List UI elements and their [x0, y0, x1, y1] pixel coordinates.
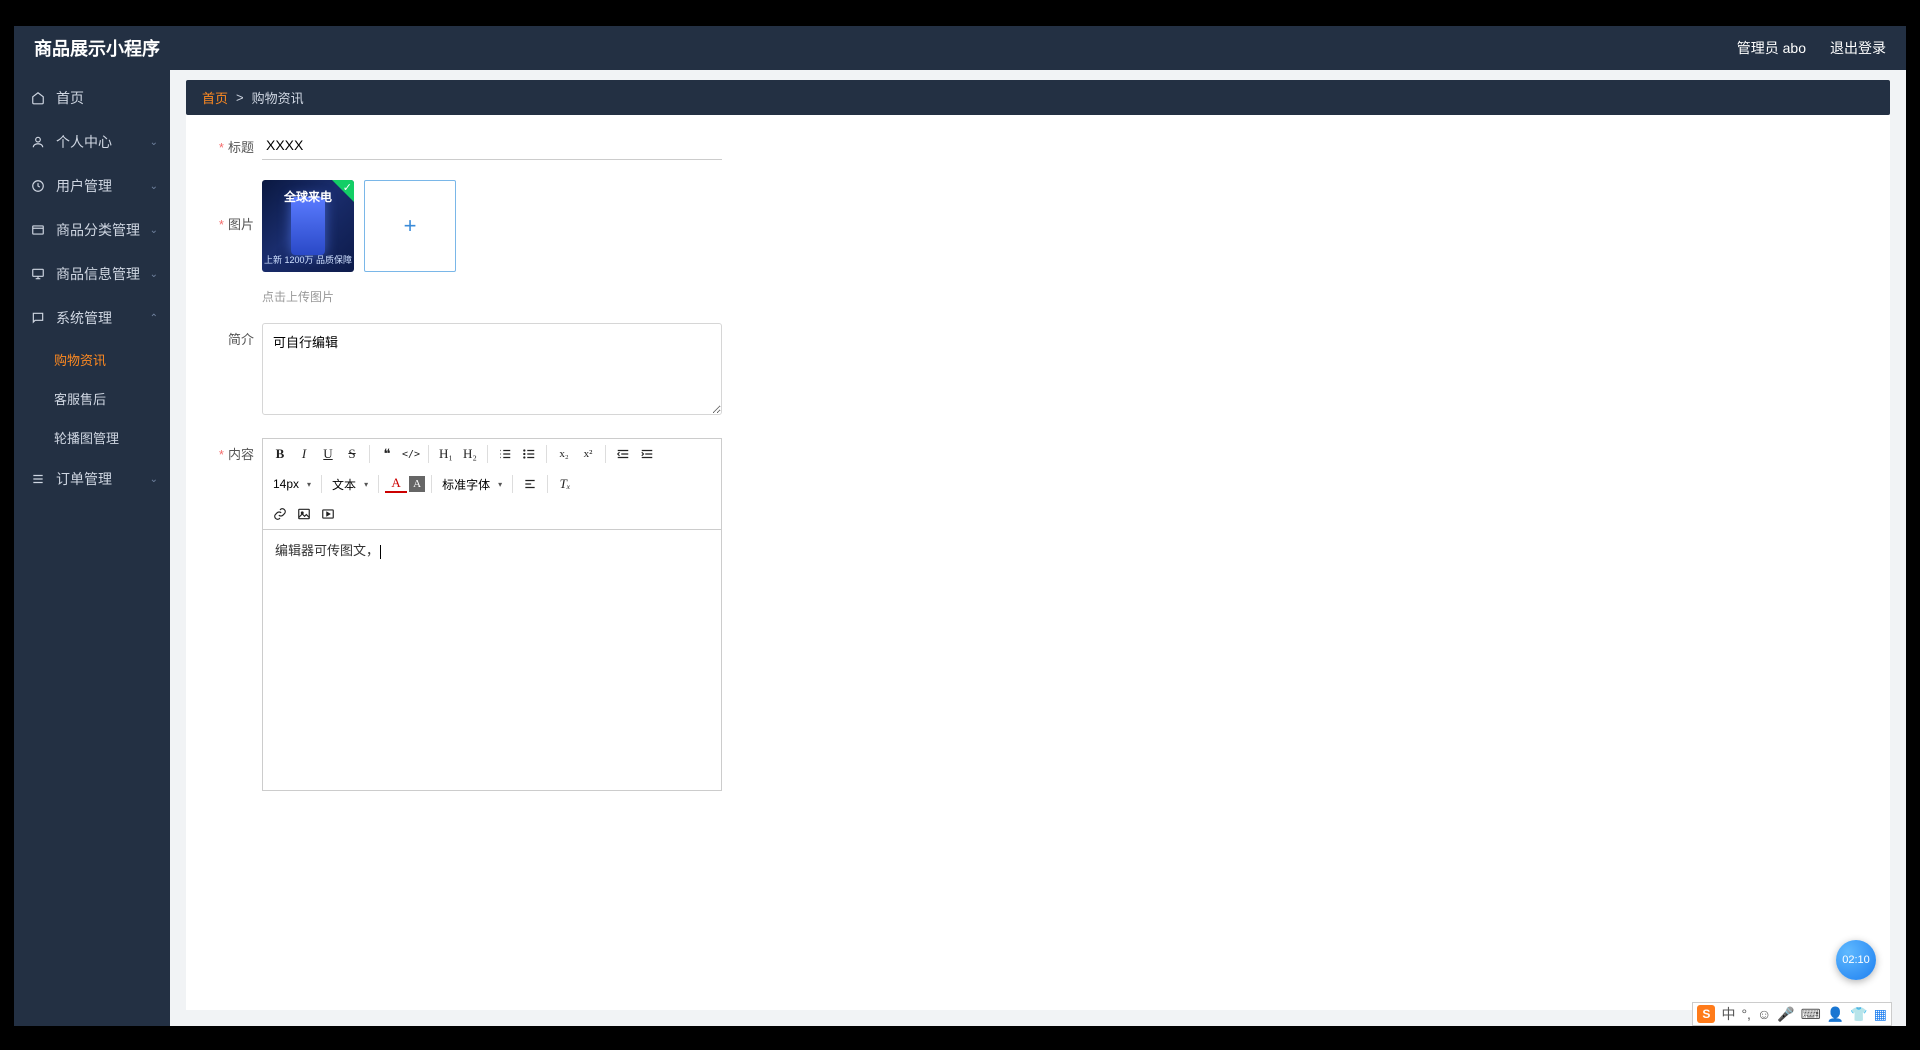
- indent-button[interactable]: [636, 443, 658, 465]
- h2-button[interactable]: H₂: [459, 443, 481, 465]
- sogou-logo-icon[interactable]: S: [1697, 1005, 1715, 1023]
- ime-bar: S 中 °, ☺ 🎤 ⌨ 👤 👕 ▦: [1692, 1002, 1892, 1026]
- chevron-down-icon: ⌄: [150, 269, 158, 280]
- ime-person-icon[interactable]: 👤: [1827, 1006, 1844, 1023]
- sidebar-item-label: 商品信息管理: [56, 264, 140, 284]
- top-bar: 商品展示小程序 管理员 abo 退出登录: [14, 26, 1906, 70]
- breadcrumb-sep: >: [236, 90, 244, 105]
- plus-icon: +: [404, 213, 417, 239]
- ime-grid-icon[interactable]: ▦: [1874, 1006, 1887, 1023]
- italic-button[interactable]: I: [293, 443, 315, 465]
- chevron-down-icon: ⌄: [150, 474, 158, 485]
- sidebar-item-label: 系统管理: [56, 308, 112, 328]
- code-button[interactable]: </>: [400, 443, 422, 465]
- ime-skin-icon[interactable]: 👕: [1850, 1006, 1867, 1023]
- chevron-up-icon: ⌃: [150, 313, 158, 324]
- chevron-down-icon: ⌄: [150, 137, 158, 148]
- chat-icon: [30, 310, 46, 326]
- monitor-icon: [30, 266, 46, 282]
- ime-lang[interactable]: 中: [1721, 1004, 1735, 1024]
- font-family-select[interactable]: 标准字体▾: [438, 476, 506, 493]
- video-button[interactable]: [317, 503, 339, 525]
- intro-textarea[interactable]: [262, 323, 722, 415]
- tabs-icon: [30, 222, 46, 238]
- chevron-down-icon: ⌄: [150, 225, 158, 236]
- upload-hint: 点击上传图片: [262, 288, 1874, 305]
- sidebar: 首页 个人中心 ⌄ 用户管理 ⌄ 商品分类管理 ⌄ 商品信息管理 ⌄: [14, 70, 170, 1026]
- admin-label[interactable]: 管理员 abo: [1737, 38, 1806, 58]
- clock-icon: [30, 178, 46, 194]
- sidebar-item-system[interactable]: 系统管理 ⌃: [14, 296, 170, 340]
- list-icon: [30, 471, 46, 487]
- text-cursor: [380, 545, 381, 559]
- text-style-select[interactable]: 文本▾: [328, 476, 372, 493]
- sidebar-item-label: 个人中心: [56, 132, 112, 152]
- image-label: 图片: [202, 180, 262, 233]
- content-label: 内容: [202, 438, 262, 463]
- thumb-sub: 上新 1200万 品质保障: [262, 253, 354, 266]
- app-brand: 商品展示小程序: [34, 35, 160, 61]
- ime-keyboard-icon[interactable]: ⌨: [1801, 1006, 1821, 1023]
- ordered-list-button[interactable]: [494, 443, 516, 465]
- subscript-button[interactable]: x₂: [553, 443, 575, 465]
- align-button[interactable]: [519, 473, 541, 495]
- ime-mic-icon[interactable]: 🎤: [1777, 1006, 1794, 1023]
- link-button[interactable]: [269, 503, 291, 525]
- outdent-button[interactable]: [612, 443, 634, 465]
- sidebar-sub-aftersale[interactable]: 客服售后: [14, 379, 170, 418]
- user-icon: [30, 134, 46, 150]
- ime-emoji-icon[interactable]: ☺: [1757, 1006, 1771, 1022]
- h1-button[interactable]: H₁: [435, 443, 457, 465]
- title-label: 标题: [202, 131, 262, 156]
- sidebar-item-label: 用户管理: [56, 176, 112, 196]
- unordered-list-button[interactable]: [518, 443, 540, 465]
- bg-color-button[interactable]: A: [409, 476, 425, 492]
- breadcrumb: 首页 > 购物资讯: [186, 80, 1890, 115]
- sidebar-item-home[interactable]: 首页: [14, 76, 170, 120]
- check-icon: ✓: [343, 181, 352, 194]
- sidebar-item-personal[interactable]: 个人中心 ⌄: [14, 120, 170, 164]
- title-input[interactable]: [262, 131, 722, 160]
- font-color-button[interactable]: A: [385, 475, 407, 493]
- image-button[interactable]: [293, 503, 315, 525]
- clear-format-button[interactable]: Tₓ: [554, 473, 576, 495]
- timer-badge[interactable]: 02:10: [1836, 940, 1876, 980]
- strike-button[interactable]: S: [341, 443, 363, 465]
- intro-label: 简介: [202, 323, 262, 348]
- superscript-button[interactable]: x²: [577, 443, 599, 465]
- ime-punct[interactable]: °,: [1741, 1006, 1751, 1022]
- sidebar-sub-shopping-news[interactable]: 购物资讯: [14, 340, 170, 379]
- bold-button[interactable]: B: [269, 443, 291, 465]
- sidebar-item-user-mgmt[interactable]: 用户管理 ⌄: [14, 164, 170, 208]
- breadcrumb-home[interactable]: 首页: [202, 88, 228, 107]
- quote-button[interactable]: ❝: [376, 443, 398, 465]
- form-area: 标题 图片 全球来电 上新 1200万 品质保障: [186, 115, 1890, 1010]
- sidebar-item-category[interactable]: 商品分类管理 ⌄: [14, 208, 170, 252]
- home-icon: [30, 90, 46, 106]
- sidebar-item-label: 商品分类管理: [56, 220, 140, 240]
- uploaded-thumbnail[interactable]: 全球来电 上新 1200万 品质保障 ✓: [262, 180, 354, 272]
- rich-editor: B I U S ❝ </> H₁ H₂: [262, 438, 722, 791]
- sidebar-item-label: 订单管理: [56, 469, 112, 489]
- sidebar-item-label: 首页: [56, 88, 84, 108]
- sidebar-sub-carousel[interactable]: 轮播图管理: [14, 418, 170, 457]
- font-size-select[interactable]: 14px▾: [269, 477, 315, 491]
- editor-toolbar: B I U S ❝ </> H₁ H₂: [263, 439, 721, 530]
- upload-button[interactable]: +: [364, 180, 456, 272]
- sidebar-item-product[interactable]: 商品信息管理 ⌄: [14, 252, 170, 296]
- editor-body[interactable]: 编辑器可传图文，: [263, 530, 721, 790]
- sidebar-item-orders[interactable]: 订单管理 ⌄: [14, 457, 170, 501]
- logout-link[interactable]: 退出登录: [1830, 38, 1886, 58]
- chevron-down-icon: ⌄: [150, 181, 158, 192]
- underline-button[interactable]: U: [317, 443, 339, 465]
- breadcrumb-current: 购物资讯: [252, 88, 304, 107]
